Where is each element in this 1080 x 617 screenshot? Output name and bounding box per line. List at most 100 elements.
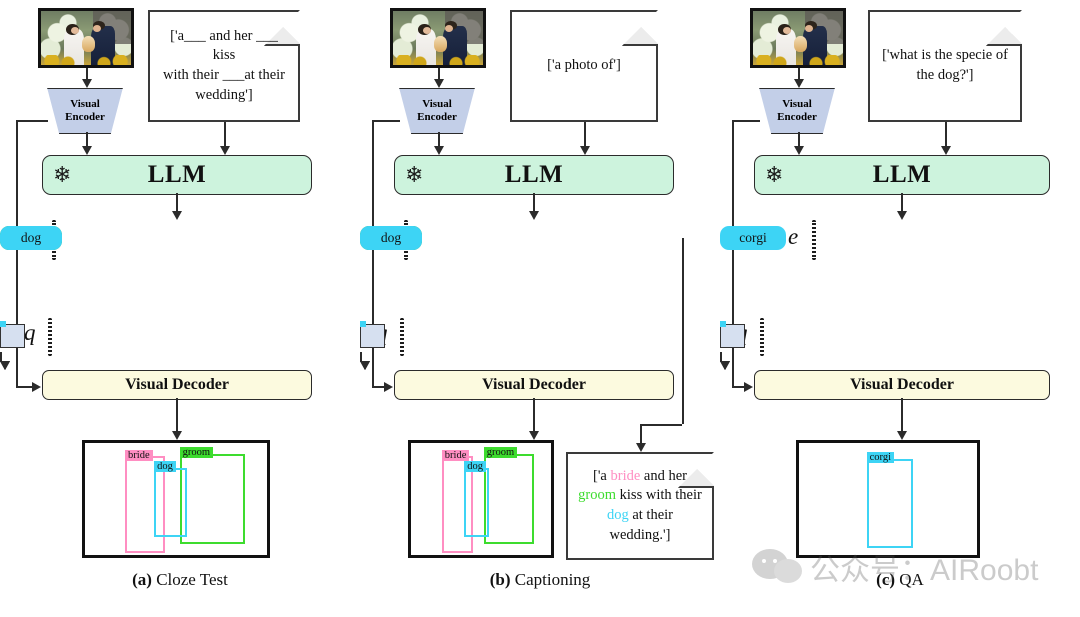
query-group	[400, 318, 404, 356]
caption-index: (b)	[489, 570, 511, 589]
encoder-bypass-h	[732, 120, 760, 122]
caption-rail-v	[682, 238, 684, 424]
source-image	[38, 8, 134, 68]
snowflake-frozen-icon: ❄	[765, 162, 784, 187]
input-prompt-note: ['a photo of']	[510, 10, 658, 122]
token-pill-label: dog	[380, 230, 402, 245]
caption-label: Captioning	[510, 570, 591, 589]
visual-decoder-block[interactable]: Visual Decoder	[42, 370, 312, 400]
encoder-to-llm-arrow-head	[793, 146, 804, 155]
embedding-symbol: e	[788, 224, 799, 249]
query-group	[760, 318, 764, 356]
input-prompt-note: ['a___ and her ___ kiss with their ___at …	[148, 10, 300, 122]
decoder-to-result-arrow-head	[528, 431, 539, 440]
bounding-box-dog	[154, 467, 187, 538]
encoder-bypass-h	[372, 120, 400, 122]
prompt-to-llm-arrow-head	[940, 146, 951, 155]
bounding-box-label-groom: groom	[179, 447, 214, 459]
visual-encoder-label: Visual	[782, 98, 812, 111]
image-to-encoder-arrow-head	[433, 79, 444, 88]
query-to-decoder-arrow-head	[360, 361, 370, 370]
llm-to-embeddings-arrow-head	[896, 211, 907, 220]
encoder-to-llm-arrow-head	[433, 146, 444, 155]
wechat-logo-icon	[752, 547, 804, 587]
watermark-text: 公众号：AIRoobt	[810, 554, 1039, 587]
visual-encoder-block[interactable]: Visual Encoder	[399, 88, 475, 134]
bounding-box-label-groom: groom	[483, 447, 518, 459]
llm-block[interactable]: ❄ LLM	[754, 155, 1050, 195]
encoder-to-llm-arrow-head	[81, 146, 92, 155]
snowflake-frozen-icon: ❄	[53, 162, 72, 187]
visual-encoder-label-2: Encoder	[777, 111, 817, 123]
prompt-to-llm-arrow	[945, 122, 947, 147]
visual-encoder-label-2: Encoder	[65, 111, 105, 123]
encoder-bypass-arrow	[384, 382, 393, 392]
prompt-to-llm-arrow	[224, 122, 226, 147]
token-pill-corgi[interactable]: corgi	[720, 226, 786, 250]
decoder-to-result-arrow-head	[171, 431, 182, 440]
encoder-bypass-h	[16, 120, 48, 122]
embedding-group	[812, 220, 816, 260]
snowflake-frozen-icon: ❄	[405, 162, 424, 187]
llm-block[interactable]: ❄ LLM	[394, 155, 674, 195]
input-prompt-note: ['what is the specie of the dog?']	[868, 10, 1022, 122]
query-group	[48, 318, 52, 356]
bounding-box-groom	[179, 454, 246, 544]
query-token-box[interactable]	[720, 324, 745, 348]
caption-index: (a)	[132, 570, 152, 589]
note-text: ['a___ and her ___ kiss with their ___at …	[162, 27, 285, 103]
bounding-box-dog	[464, 467, 490, 538]
token-pill-dog[interactable]: dog	[0, 226, 62, 250]
bounding-box-label-bride: bride	[441, 449, 470, 461]
query-to-decoder-arrow-head	[0, 361, 10, 370]
encoder-to-llm-arrow	[438, 132, 440, 147]
llm-label: LLM	[872, 161, 932, 188]
query-token-box[interactable]	[360, 324, 385, 348]
visual-decoder-block[interactable]: Visual Decoder	[754, 370, 1050, 400]
token-pill-label: corgi	[739, 230, 767, 245]
source-image	[390, 8, 486, 68]
decoder-to-result-arrow	[176, 398, 178, 432]
llm-label: LLM	[147, 161, 207, 188]
llm-to-embeddings-arrow	[901, 193, 903, 212]
bounding-box-groom	[483, 454, 535, 544]
bounding-box-label-bride: bride	[125, 449, 153, 461]
result-image: corgi	[796, 440, 980, 558]
image-to-encoder-arrow-head	[81, 79, 92, 88]
query-symbol: q	[24, 320, 36, 345]
link-head	[720, 321, 726, 327]
visual-decoder-block[interactable]: Visual Decoder	[394, 370, 674, 400]
prompt-to-llm-arrow	[584, 122, 586, 147]
llm-to-embeddings-arrow	[533, 193, 535, 212]
result-image: bride groom dog	[408, 440, 554, 558]
panel-qa: Visual Encoder ['what is the specie of the …	[720, 0, 1080, 617]
llm-block[interactable]: ❄ LLM	[42, 155, 312, 195]
bounding-box-label-dog: dog	[154, 460, 176, 472]
token-pill-label: dog	[20, 230, 42, 245]
caption-rail-arrow-head	[635, 443, 646, 452]
encoder-bypass-arrow	[744, 382, 753, 392]
visual-encoder-block[interactable]: Visual Encoder	[47, 88, 123, 134]
caption-label: Cloze Test	[151, 570, 228, 589]
bounding-box-corgi	[866, 458, 913, 549]
encoder-to-llm-arrow	[86, 132, 88, 147]
caption-rail-arrow	[640, 424, 642, 444]
prompt-to-llm-arrow-head	[579, 146, 590, 155]
query-to-decoder-arrow-head	[720, 361, 730, 370]
encoder-bypass-arrow	[32, 382, 41, 392]
query-token-box[interactable]	[0, 324, 25, 348]
decoder-to-result-arrow-head	[896, 431, 907, 440]
llm-to-embeddings-arrow-head	[528, 211, 539, 220]
result-image: bride groom dog	[82, 440, 270, 558]
visual-encoder-label: Visual	[70, 98, 100, 111]
bounding-box-label-corgi: corgi	[866, 451, 895, 463]
note-text: ['a photo of']	[547, 57, 621, 74]
token-pill-dog[interactable]: dog	[360, 226, 422, 250]
caption-rail-h2	[640, 424, 682, 426]
note-fold-corner	[622, 10, 658, 46]
visual-encoder-block[interactable]: Visual Encoder	[759, 88, 835, 134]
link-head	[360, 321, 366, 327]
decoder-to-result-arrow	[901, 398, 903, 432]
note-text: ['a bride and her groom kiss with their …	[578, 467, 702, 543]
llm-to-embeddings-arrow-head	[171, 211, 182, 220]
